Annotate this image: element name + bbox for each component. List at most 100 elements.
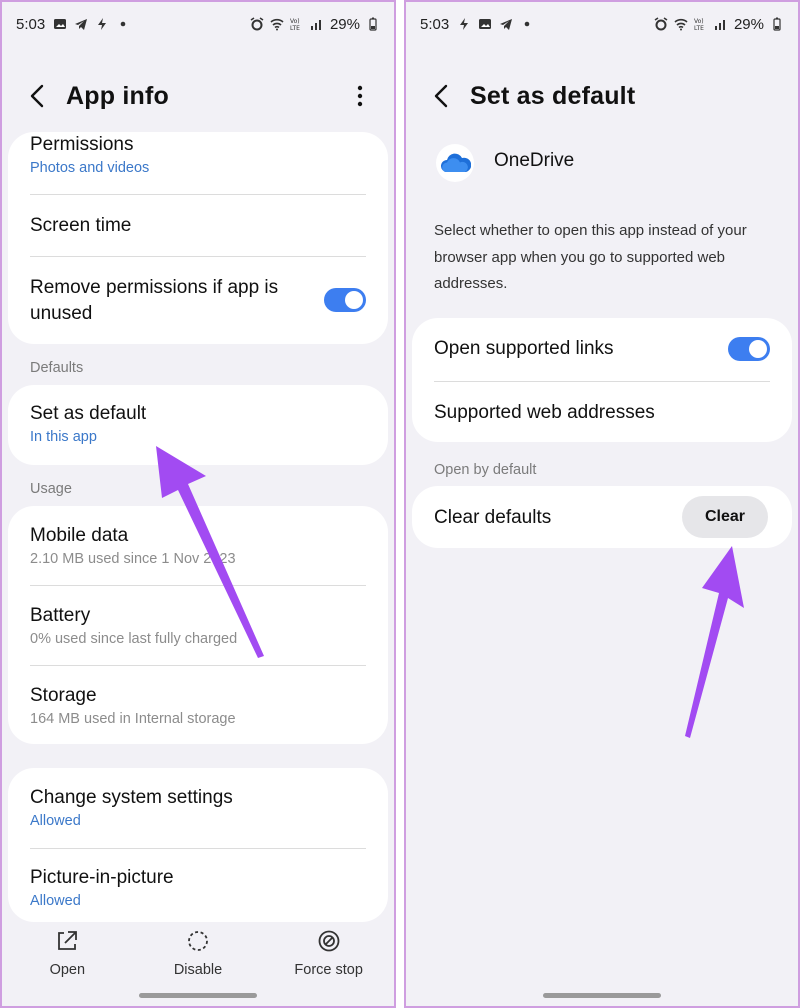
system-icons: Vo) LTE 29% [654,16,784,33]
defaults-section-header: Defaults [30,360,84,376]
app-bar: App info [2,72,394,120]
open-supported-links-label: Open supported links [434,338,614,359]
battery-percent: 29% [733,15,764,33]
usage-section-header: Usage [30,481,72,497]
notification-icons [457,17,534,31]
more-vertical-icon[interactable] [348,82,372,110]
gallery-notification-icon [54,19,67,29]
signal-icon [310,20,321,30]
battery-percent: 29% [329,15,360,33]
clear-defaults-item: Clear defaults [412,505,672,531]
advanced-card: Change system settings Allowed Picture-i… [8,768,388,922]
status-time: 5:03 [16,15,46,33]
permissions-value: Photos and videos [30,160,150,176]
open-label: Open [49,962,86,978]
dot-icon [524,21,530,27]
wifi-icon [270,18,284,31]
app-name: OneDrive [494,150,575,171]
dot-icon [120,21,126,27]
open-supported-links-toggle[interactable] [728,337,770,361]
volte-icon: Vo)LTE [694,18,704,31]
links-card: Open supported links Supported web addre… [412,318,792,442]
set-as-default-label: Set as default [30,403,147,424]
svg-text:Vo): Vo) [290,18,300,25]
change-system-settings-value: Allowed [30,813,81,829]
clear-button[interactable]: Clear [682,496,768,538]
screen-time-item[interactable]: Screen time [8,213,388,239]
home-indicator [543,993,661,998]
left-screen: 5:03 Vo) LTE 29% App info Permissions Pho… [0,0,396,1008]
disable-icon [188,931,208,951]
wifi-icon [674,18,688,31]
force-stop-label: Force stop [294,962,363,978]
storage-label: Storage [30,685,97,706]
remove-permissions-item[interactable]: Remove permissions if app is unused [8,275,318,327]
telegram-notification-icon [500,19,513,30]
svg-text:LTE: LTE [694,25,704,31]
app-icon [436,144,474,182]
picture-in-picture-value: Allowed [30,893,81,909]
open-icon [58,931,78,950]
open-supported-links-item[interactable]: Open supported links [412,336,722,362]
mobile-data-label: Mobile data [30,525,129,546]
storage-value: 164 MB used in Internal storage [30,711,236,727]
status-bar: 5:03 Vo) LTE 29% [2,10,394,38]
page-title: Set as default [470,82,636,110]
defaults-card: Set as default In this app [8,385,388,465]
telegram-notification-icon [75,19,88,30]
charging-notification-icon [460,18,469,30]
open-button[interactable]: Open [2,928,133,988]
clear-defaults-label: Clear defaults [434,507,552,528]
change-system-settings-label: Change system settings [30,787,233,808]
alarm-icon [654,17,668,31]
status-time: 5:03 [420,15,450,33]
right-screen: 5:03 Vo) LTE 29% Set as default OneDrive … [404,0,800,1008]
onedrive-cloud-icon [441,153,471,172]
battery-label: Battery [30,605,91,626]
back-arrow-icon[interactable] [428,82,456,110]
notification-icons [53,17,130,31]
system-icons: Vo) LTE 29% [250,16,380,33]
supported-web-addresses-item[interactable]: Supported web addresses [412,400,792,426]
app-bar: Set as default [406,72,798,120]
set-as-default-item[interactable]: Set as default In this app [8,401,388,447]
divider [434,381,770,382]
storage-item[interactable]: Storage 164 MB used in Internal storage [8,683,388,729]
bottom-action-bar: Open Disable Force stop [2,928,394,988]
page-title: App info [66,82,169,110]
svg-text:LTE: LTE [290,25,300,31]
usage-card: Mobile data 2.10 MB used since 1 Nov 202… [8,506,388,744]
remove-permissions-label-line1: Remove permissions if app is [30,277,279,298]
mobile-data-item[interactable]: Mobile data 2.10 MB used since 1 Nov 202… [8,523,388,569]
home-indicator [139,993,257,998]
force-stop-button[interactable]: Force stop [263,928,394,988]
picture-in-picture-item[interactable]: Picture-in-picture Allowed [8,865,388,911]
open-by-default-section-header: Open by default [434,462,537,478]
back-arrow-icon[interactable] [24,82,52,110]
divider [30,585,366,586]
remove-permissions-label-line2: unused [30,303,93,324]
battery-icon [773,17,781,31]
remove-permissions-toggle[interactable] [324,288,366,312]
gallery-notification-icon [479,19,492,29]
permissions-label: Permissions [30,134,134,155]
battery-item[interactable]: Battery 0% used since last fully charged [8,603,388,649]
status-bar: 5:03 Vo) LTE 29% [406,10,798,38]
set-as-default-value: In this app [30,429,97,445]
screen-time-label: Screen time [30,215,132,236]
battery-icon [369,17,377,31]
change-system-settings-item[interactable]: Change system settings Allowed [8,785,388,831]
clear-defaults-card: Clear defaults Clear [412,486,792,548]
charging-notification-icon [98,18,107,30]
disable-button[interactable]: Disable [133,928,264,988]
permissions-item[interactable]: Permissions Photos and videos [8,132,388,178]
description: Select whether to open this app instead … [434,222,747,292]
divider [30,848,366,849]
mobile-data-value: 2.10 MB used since 1 Nov 2023 [30,551,236,567]
permissions-card: Permissions Photos and videos Screen tim… [8,132,388,344]
alarm-icon [250,17,264,31]
force-stop-icon [318,930,340,952]
divider [30,665,366,666]
disable-label: Disable [173,962,223,978]
volte-icon: Vo)LTE [290,18,300,31]
